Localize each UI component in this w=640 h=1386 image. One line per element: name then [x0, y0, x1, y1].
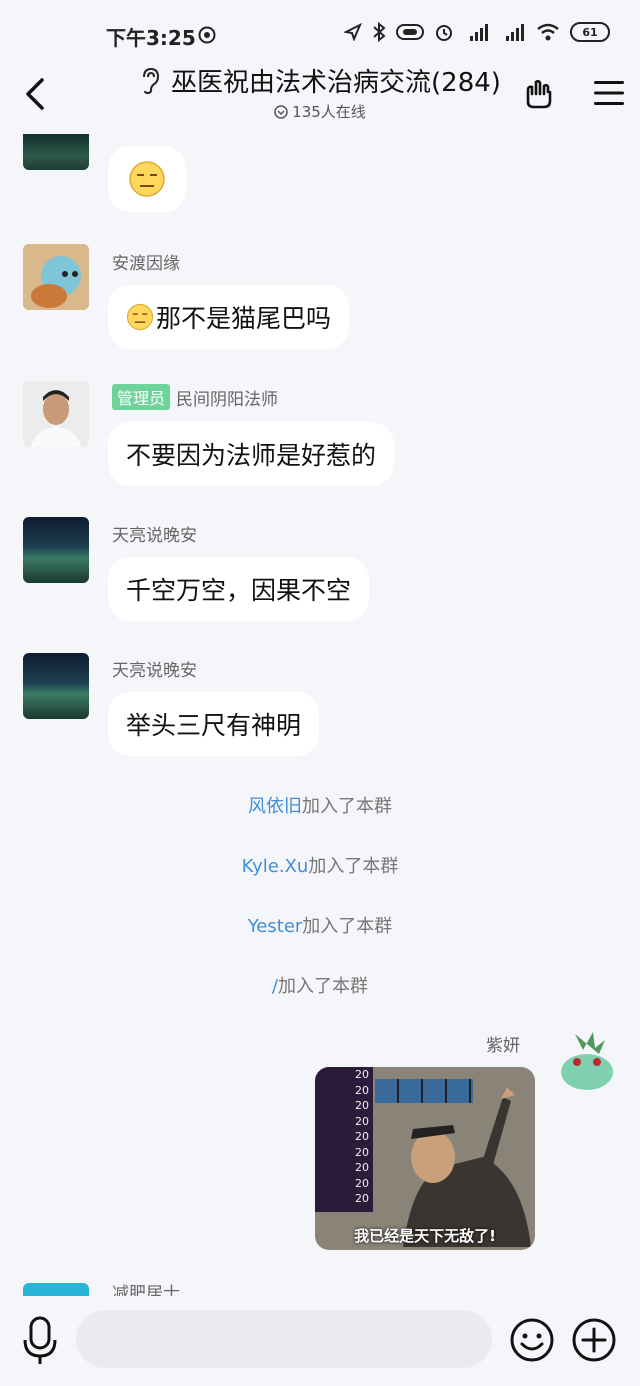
squirtle-avatar-icon — [23, 244, 89, 310]
sender-name: 紫妍 — [486, 1036, 520, 1056]
message-text: 那不是猫尾巴吗 — [156, 304, 332, 333]
sender-row: 管理员 民间阴阳法师 — [112, 384, 278, 410]
avatar[interactable] — [23, 1283, 89, 1296]
meme-caption: 我已经是天下无敌了! — [354, 1227, 496, 1245]
vibrate-icon — [396, 24, 424, 40]
avatar[interactable] — [553, 1028, 619, 1094]
avatar[interactable] — [23, 381, 89, 447]
chat-title: 巫医祝由法术治病交流(284) — [171, 68, 501, 98]
system-message: Kyle.Xu加入了本群 — [0, 852, 640, 878]
sender-name: 减肥居士 — [112, 1284, 180, 1296]
app-notification-icon — [198, 26, 216, 44]
system-message-text: 加入了本群 — [308, 856, 399, 877]
battery-icon: 61 — [570, 22, 610, 42]
bulbasaur-avatar-icon — [561, 1032, 613, 1090]
meme-image[interactable]: 20 20 20 20 20 20 20 20 20 我已经是天下无敌了! — [315, 1067, 535, 1250]
person-avatar-icon — [23, 381, 89, 447]
sender-name: 天亮说晚安 — [112, 661, 197, 681]
system-message: /加入了本群 — [0, 972, 640, 998]
status-icons: 61 — [344, 22, 610, 42]
wifi-icon — [537, 23, 559, 41]
ear-icon — [143, 67, 160, 94]
sender-name: 民间阴阳法师 — [176, 389, 279, 410]
member-name-link[interactable]: 风依旧 — [248, 796, 302, 817]
status-bar: 下午3:25 61 — [0, 0, 640, 68]
signal-hd-icon-2 — [506, 24, 524, 41]
avatar[interactable] — [23, 517, 89, 583]
bluetooth-icon — [373, 22, 386, 42]
message-text: 千空万空，因果不空 — [126, 576, 352, 605]
system-message: 风依旧加入了本群 — [0, 792, 640, 818]
smirk-emoji-icon — [129, 161, 165, 197]
system-message: Yester加入了本群 — [0, 912, 640, 938]
avatar[interactable] — [23, 653, 89, 719]
admin-badge: 管理员 — [112, 384, 171, 410]
microphone-icon[interactable] — [22, 1316, 58, 1366]
hand-gesture-icon[interactable] — [522, 76, 556, 110]
smirk-emoji-icon — [126, 303, 154, 331]
message-bubble[interactable]: 举头三尺有神明 — [108, 692, 320, 756]
emoji-bubble[interactable] — [108, 146, 186, 212]
plus-icon[interactable] — [571, 1317, 617, 1363]
emoji-icon[interactable] — [509, 1317, 555, 1363]
meme-item-numbers: 20 20 20 20 20 20 20 20 20 — [355, 1068, 369, 1205]
chevron-circle-icon — [274, 104, 288, 119]
alarm-icon — [436, 25, 452, 41]
location-icon — [344, 23, 362, 41]
menu-icon[interactable] — [592, 78, 626, 108]
message-input[interactable] — [76, 1310, 492, 1368]
system-message-text: 加入了本群 — [278, 976, 369, 997]
sender-name-clip: 减肥居士 — [112, 1284, 180, 1296]
sender-name: 安渡因缘 — [112, 254, 180, 274]
member-name-link[interactable]: Kyle.Xu — [242, 856, 309, 877]
message-bubble[interactable]: 那不是猫尾巴吗 — [108, 285, 350, 349]
message-bubble[interactable]: 千空万空，因果不空 — [108, 557, 370, 621]
avatar[interactable] — [23, 134, 89, 170]
system-message-text: 加入了本群 — [302, 916, 393, 937]
online-count-text: 135人在线 — [292, 103, 366, 121]
chat-title-row[interactable]: 巫医祝由法术治病交流(284) — [139, 62, 501, 99]
message-bubble[interactable]: 不要因为法师是好惹的 — [108, 422, 395, 486]
meme-item-panel: 20 20 20 20 20 20 20 20 20 — [315, 1067, 373, 1212]
meme-figure — [403, 1087, 531, 1247]
sender-name: 天亮说晚安 — [112, 526, 197, 546]
system-message-text: 加入了本群 — [302, 796, 392, 817]
member-name-link[interactable]: Yester — [248, 916, 303, 937]
message-text: 举头三尺有神明 — [126, 711, 302, 740]
message-text: 不要因为法师是好惹的 — [126, 441, 377, 470]
status-time: 下午3:25 — [106, 26, 196, 50]
avatar[interactable] — [23, 244, 89, 310]
signal-hd-icon — [470, 24, 488, 41]
